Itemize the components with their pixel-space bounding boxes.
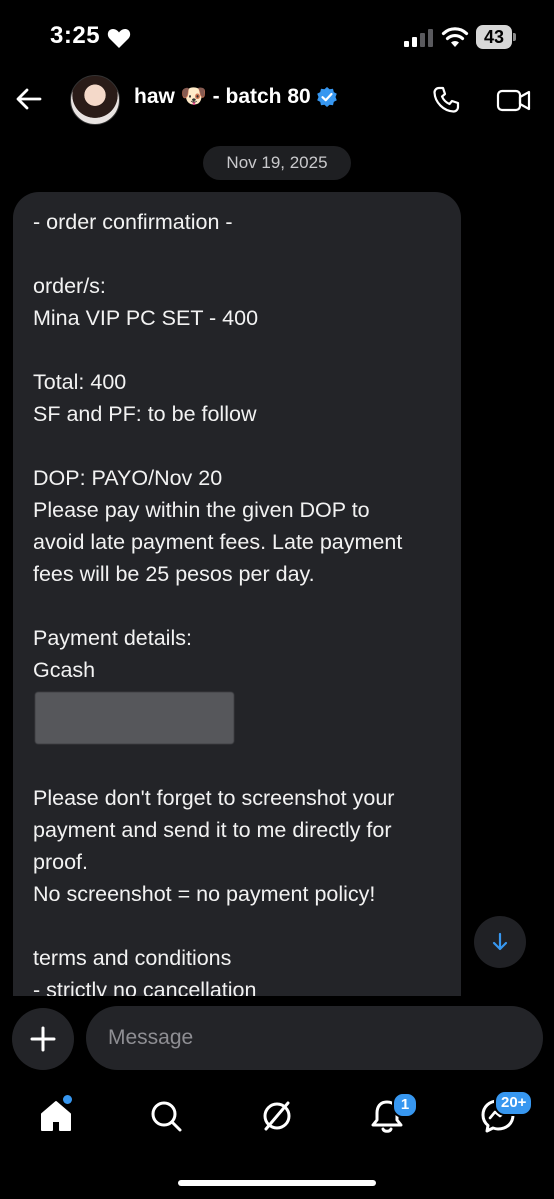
message-line (33, 910, 441, 942)
message-line: SF and PF: to be follow (33, 402, 257, 426)
battery-indicator: 43 (476, 25, 516, 49)
tab-notifications[interactable]: 1 (367, 1092, 418, 1136)
date-separator: Nov 19, 2025 (203, 146, 351, 180)
message-line (33, 430, 441, 462)
bottom-tab-bar: 1 20+ (0, 1080, 554, 1160)
message-line: DOP: PAYO/Nov 20 (33, 466, 223, 490)
message-line: Mina VIP PC SET - 400 (33, 306, 259, 330)
chat-header: haw 🐶 - batch 80 (0, 70, 554, 130)
tab-explore[interactable] (257, 1096, 297, 1136)
message-line: No screenshot = no payment policy! (33, 882, 376, 906)
arrow-down-icon (492, 932, 508, 951)
message-line: Please don't forget to screenshot your (33, 786, 395, 810)
redacted-account-number (35, 692, 234, 744)
message-line: terms and conditions (33, 946, 232, 970)
message-line: payment and send it to me directly for (33, 818, 392, 842)
chat-title-area[interactable]: haw 🐶 - batch 80 (134, 85, 337, 109)
tab-messages[interactable]: 20+ (478, 1090, 534, 1136)
cellular-signal-icon (404, 29, 433, 47)
messages-badge: 20+ (494, 1090, 534, 1116)
back-arrow-icon[interactable] (14, 84, 44, 114)
tab-search[interactable] (146, 1096, 186, 1136)
message-line: proof. (33, 850, 88, 874)
message-line: Total: 400 (33, 370, 127, 394)
message-line: fees will be 25 pesos per day. (33, 562, 315, 586)
heart-icon (107, 29, 131, 48)
message-input[interactable] (86, 1006, 543, 1070)
status-bar: 3:25 43 (0, 0, 554, 70)
message-line (33, 750, 441, 782)
scroll-to-bottom-button[interactable] (474, 916, 526, 968)
message-list[interactable]: - order confirmation - order/s: Mina VIP P… (0, 192, 554, 996)
verified-badge-icon (316, 87, 337, 107)
message-bubble[interactable]: - order confirmation - order/s: Mina VIP P… (13, 192, 461, 996)
wifi-icon (441, 27, 469, 47)
avatar[interactable] (70, 75, 120, 125)
chat-title: haw 🐶 - batch 80 (134, 85, 311, 108)
message-line: Gcash (33, 658, 96, 682)
message-line (33, 334, 441, 366)
home-indicator (178, 1180, 376, 1186)
home-notification-dot (63, 1095, 72, 1104)
message-line: Please pay within the given DOP to (33, 498, 370, 522)
message-line (33, 590, 441, 622)
notifications-badge: 1 (392, 1092, 418, 1118)
message-line: avoid late payment fees. Late payment (33, 530, 403, 554)
message-line: - strictly no cancellation (33, 978, 257, 996)
message-line (33, 238, 441, 270)
message-composer (0, 1006, 554, 1072)
status-time: 3:25 (50, 22, 101, 49)
message-line: - order confirmation - (33, 210, 233, 234)
add-attachment-button[interactable] (12, 1008, 74, 1070)
plus-icon (30, 1026, 56, 1052)
phone-icon[interactable] (430, 84, 462, 116)
tab-home[interactable] (36, 1095, 76, 1136)
battery-level: 43 (483, 27, 505, 47)
compass-icon (263, 1101, 291, 1131)
search-icon (151, 1101, 182, 1132)
message-line: Payment details: (33, 626, 192, 650)
video-camera-icon[interactable] (496, 84, 532, 116)
message-line: order/s: (33, 274, 106, 298)
message-text: - order confirmation - order/s: Mina VIP P… (33, 206, 441, 996)
